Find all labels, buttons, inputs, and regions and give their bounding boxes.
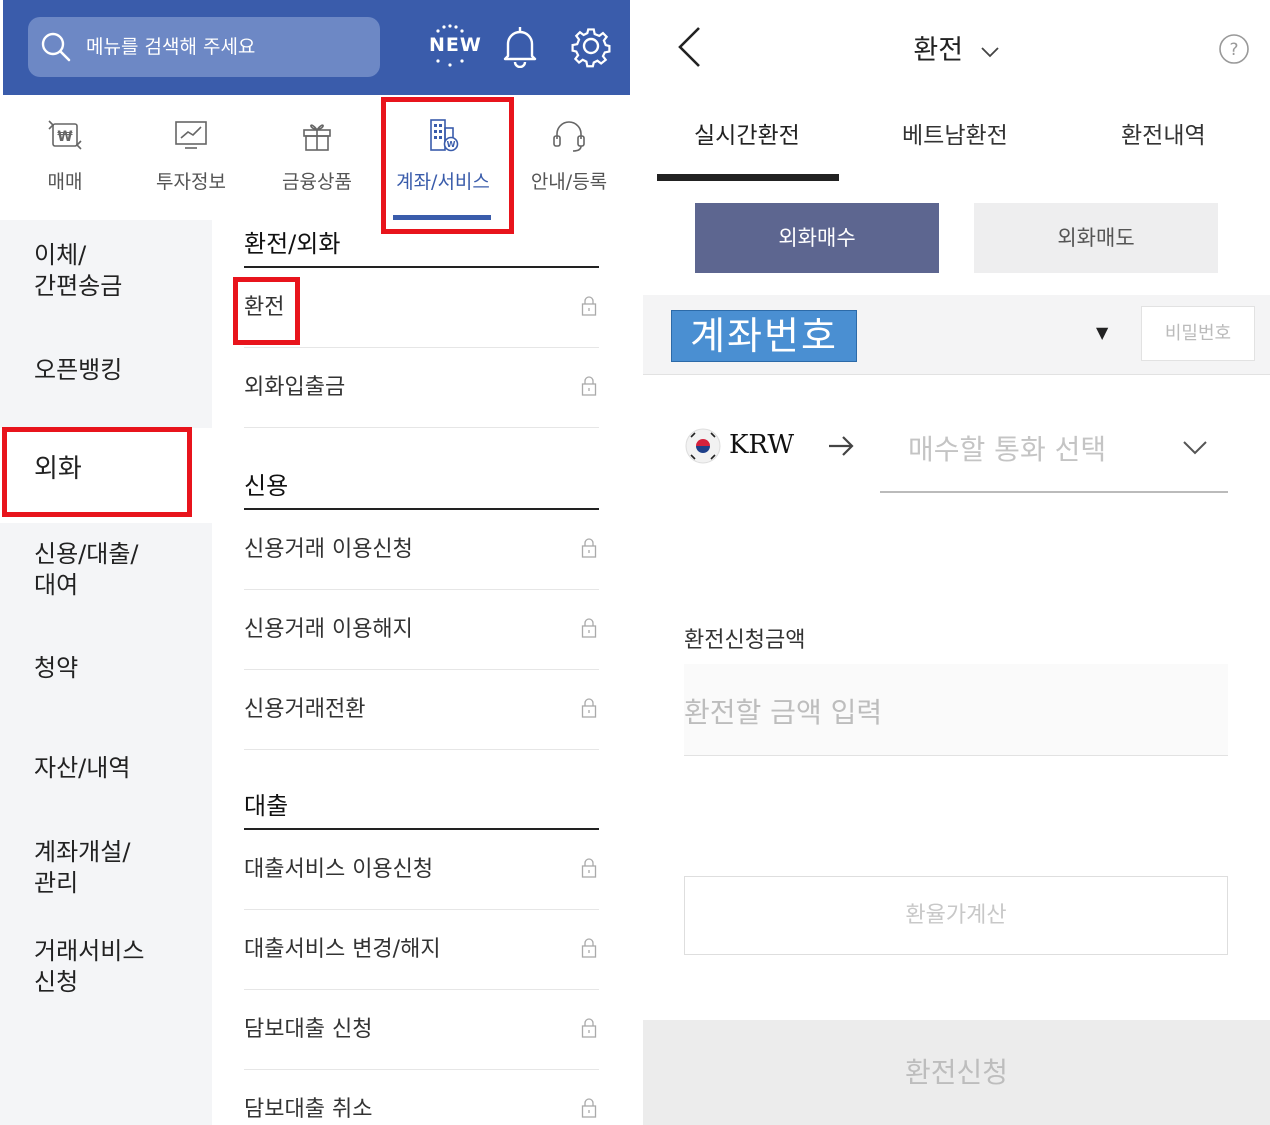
lock-icon (581, 858, 597, 878)
side-menu-item-assets[interactable]: 자산/내역 (34, 753, 130, 784)
category-trade[interactable]: ₩ 매매 (2, 95, 128, 220)
lock-icon (581, 538, 597, 558)
section-title-loan: 대출 (244, 782, 599, 830)
chevron-down-icon (981, 46, 999, 57)
highlight-box-category (381, 97, 514, 234)
fx-sell-button[interactable]: 외화매도 (974, 203, 1218, 273)
section-title-credit: 신용 (244, 462, 599, 510)
new-label: NEW (429, 34, 482, 56)
menu-item-loan-apply[interactable]: 대출서비스 이용신청 (244, 830, 599, 910)
bell-icon[interactable] (500, 24, 540, 68)
amount-label: 환전신청금액 (684, 628, 806, 653)
trade-won-icon: ₩ (48, 120, 82, 150)
chevron-down-icon (1183, 441, 1207, 455)
svg-text:?: ? (1229, 40, 1238, 60)
help-icon[interactable]: ? (1218, 33, 1250, 65)
svg-text:₩: ₩ (57, 129, 73, 145)
target-currency-placeholder: 매수할 통화 선택 (908, 433, 1107, 466)
lock-icon (581, 296, 597, 316)
active-tab-indicator (657, 174, 839, 181)
category-financial-products[interactable]: 금융상품 (254, 95, 380, 220)
side-menu-item-account-open[interactable]: 계좌개설/ 관리 (34, 837, 130, 899)
page-title-text: 환전 (913, 35, 964, 66)
lock-icon (581, 618, 597, 638)
menu-item-label: 신용거래전환 (244, 697, 366, 722)
menu-item-label: 신용거래 이용해지 (244, 617, 413, 642)
search-placeholder: 메뉴를 검색해 주세요 (86, 36, 256, 58)
headset-icon (553, 121, 585, 152)
exchange-submit-button[interactable]: 환전신청 (643, 1020, 1270, 1125)
lock-icon (581, 1018, 597, 1038)
side-menu-item-trade-service[interactable]: 거래서비스 신청 (34, 936, 144, 998)
lock-icon (581, 1098, 597, 1118)
category-nav: ₩ 매매 투자정보 금융상품 W 계좌/서비스 안내/등록 (0, 95, 632, 220)
search-icon (41, 32, 71, 62)
side-menu-item-credit-loan[interactable]: 신용/대출/ 대여 (34, 539, 139, 601)
category-guide-register[interactable]: 안내/등록 (506, 95, 632, 220)
chart-icon (175, 121, 207, 149)
category-label: 투자정보 (156, 171, 226, 193)
highlight-box-side-menu (2, 427, 192, 517)
menu-screen: 메뉴를 검색해 주세요 NEW ₩ 매매 투자정보 금융상품 W 계좌/서비스 … (0, 0, 632, 1125)
menu-item-credit-cancel[interactable]: 신용거래 이용해지 (244, 590, 599, 670)
menu-item-secured-loan-cancel[interactable]: 담보대출 취소 (244, 1070, 599, 1125)
menu-item-label: 담보대출 신청 (244, 1017, 373, 1042)
side-menu-item-open-banking[interactable]: 오픈뱅킹 (34, 355, 122, 386)
arrow-right-icon (829, 436, 854, 456)
search-input[interactable]: 메뉴를 검색해 주세요 (28, 17, 380, 77)
side-menu-item-subscription[interactable]: 청약 (34, 653, 78, 684)
menu-item-fx-deposit[interactable]: 외화입출금 (244, 348, 599, 428)
highlight-box-menu-item (233, 277, 300, 345)
account-number-label: 계좌번호 (671, 310, 857, 362)
account-select-row[interactable]: 계좌번호 ▼ 비밀번호 (643, 295, 1270, 375)
fx-buy-button[interactable]: 외화매수 (695, 203, 939, 273)
menu-item-label: 담보대출 취소 (244, 1097, 373, 1122)
page-title[interactable]: 환전 (643, 28, 1270, 67)
category-invest-info[interactable]: 투자정보 (128, 95, 254, 220)
menu-item-label: 대출서비스 변경/해지 (244, 937, 441, 962)
menu-item-label: 대출서비스 이용신청 (244, 857, 434, 882)
lock-icon (581, 698, 597, 718)
menu-item-label: 신용거래 이용신청 (244, 537, 413, 562)
amount-placeholder: 환전할 금액 입력 (684, 696, 883, 729)
category-label: 안내/등록 (530, 171, 608, 193)
tab-realtime-exchange[interactable]: 실시간환전 (694, 116, 800, 150)
top-header: 메뉴를 검색해 주세요 NEW (3, 0, 630, 95)
new-icon[interactable]: NEW (421, 22, 481, 72)
category-label: 매매 (47, 171, 83, 193)
menu-item-secured-loan-apply[interactable]: 담보대출 신청 (244, 990, 599, 1070)
tab-exchange-history[interactable]: 환전내역 (1121, 116, 1206, 150)
amount-input[interactable]: 환전할 금액 입력 (684, 664, 1228, 756)
password-input[interactable]: 비밀번호 (1141, 306, 1255, 361)
lock-icon (581, 938, 597, 958)
category-label: 금융상품 (282, 171, 352, 193)
menu-item-loan-change[interactable]: 대출서비스 변경/해지 (244, 910, 599, 990)
target-currency-select[interactable]: 매수할 통화 선택 (880, 410, 1228, 493)
gear-icon[interactable] (569, 24, 613, 68)
korea-flag-icon (685, 428, 721, 464)
side-menu-item-transfer[interactable]: 이체/ 간편송금 (34, 240, 122, 302)
sub-menu: 환전/외화 환전 외화입출금 신용 신용거래 이용신청 신용거래 이용해지 신용… (212, 220, 632, 1125)
tab-vietnam-exchange[interactable]: 베트남환전 (902, 116, 1008, 150)
exchange-screen: 환전 ? 실시간환전 베트남환전 환전내역 외화매수 외화매도 계좌번호 ▼ 비… (643, 0, 1270, 1125)
menu-item-credit-apply[interactable]: 신용거래 이용신청 (244, 510, 599, 590)
lock-icon (581, 376, 597, 396)
dropdown-caret-icon[interactable]: ▼ (1096, 323, 1108, 342)
rate-calculate-button[interactable]: 환율가계산 (684, 876, 1228, 955)
menu-item-label: 외화입출금 (244, 375, 346, 400)
gift-icon (303, 124, 331, 151)
menu-item-credit-switch[interactable]: 신용거래전환 (244, 670, 599, 750)
side-menu: 이체/ 간편송금 오픈뱅킹 외화 신용/대출/ 대여 청약 자산/내역 계좌개설… (0, 220, 212, 1125)
from-currency: KRW (729, 430, 795, 460)
